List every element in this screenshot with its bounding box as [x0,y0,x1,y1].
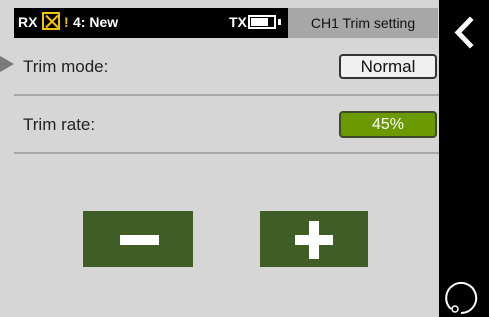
rx-label: RX [18,14,38,30]
trim-rate-row: Trim rate: 45% [14,96,439,154]
status-bar: RX ! 4: New TX [14,8,288,38]
page-title: CH1 Trim setting [288,8,438,38]
decrease-button[interactable] [83,211,193,267]
trim-mode-row: Trim mode: Normal [14,38,439,96]
trim-rate-value-button[interactable]: 45% [339,111,437,138]
rx-status-x-icon [42,12,60,30]
battery-icon [248,15,276,29]
trim-mode-button[interactable]: Normal [339,54,437,79]
increase-button[interactable] [260,211,368,267]
battery-level-fill [251,18,268,26]
warning-icon: ! [64,14,69,30]
plus-icon-vertical [309,221,319,259]
tx-label: TX [229,14,247,30]
trim-setting-screen: RX ! 4: New TX CH1 Trim setting Trim mod… [0,0,489,317]
minus-icon [120,235,159,245]
trim-mode-label: Trim mode: [23,57,109,76]
pointer-arrow-icon [0,56,14,72]
trim-rate-label: Trim rate: [23,115,96,134]
rotate-icon[interactable] [441,278,484,315]
battery-tip [278,19,281,25]
model-name: 4: New [73,14,119,30]
chevron-left-icon[interactable] [446,15,481,50]
